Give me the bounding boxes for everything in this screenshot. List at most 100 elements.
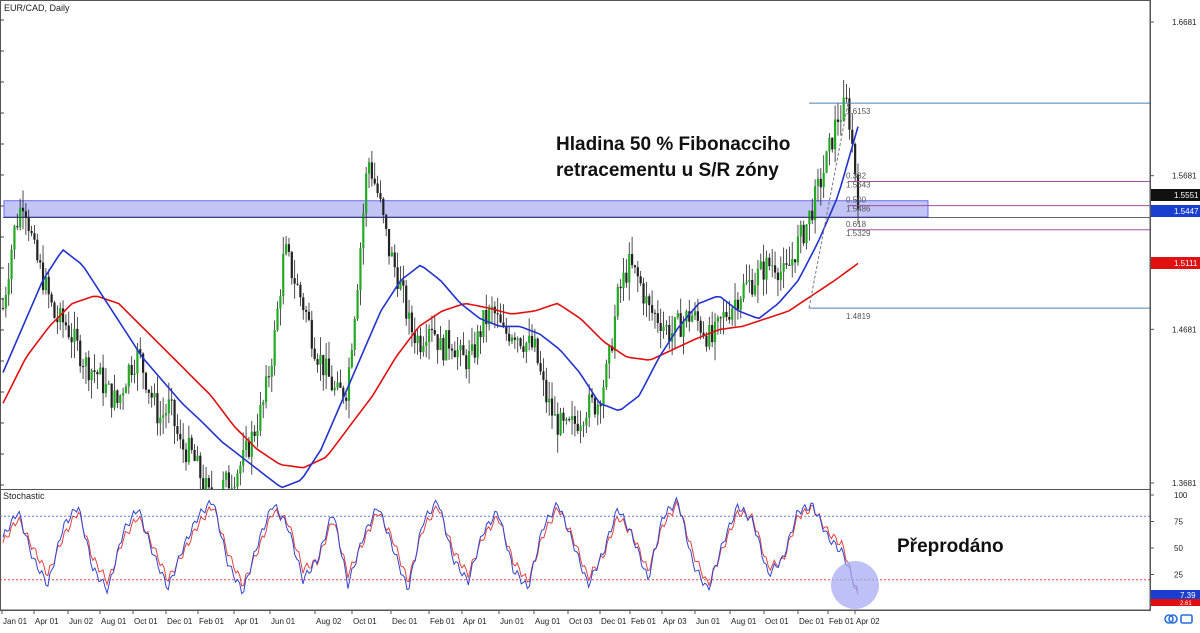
candle-down [1, 307, 5, 309]
candle-up [153, 393, 156, 398]
candle-down [170, 399, 173, 401]
candle-down [87, 357, 90, 381]
candle-up [359, 248, 362, 291]
stoch-badge-d [1151, 599, 1200, 606]
stoch-axis-label: 75 [1174, 518, 1183, 527]
candle-up [570, 416, 574, 420]
candle-down [699, 320, 702, 333]
candle-up [73, 328, 76, 343]
price-axis-label: 1.3681 [1172, 479, 1197, 488]
candle-down [101, 367, 105, 394]
candle-up [476, 331, 479, 358]
stochastic-title: Stochastic [3, 491, 45, 501]
candle-up [756, 268, 760, 286]
candle-down [462, 345, 465, 356]
candle-down [322, 354, 325, 376]
candle-down [345, 397, 348, 401]
candle-down [199, 455, 202, 479]
candle-down [316, 359, 319, 365]
candle-down [696, 311, 699, 321]
candle-down [293, 278, 296, 284]
candle-up [745, 281, 748, 284]
candle-up [596, 404, 599, 415]
candle-up [325, 358, 328, 376]
candle-down [393, 252, 396, 268]
time-axis-label: Oct 01 [134, 617, 158, 626]
time-axis-label: Dec 01 [167, 617, 193, 626]
candle-down [379, 193, 382, 199]
candle-down [496, 313, 499, 315]
candle-down [373, 178, 376, 184]
time-axis-label: Apr 01 [35, 617, 59, 626]
candle-up [196, 455, 199, 461]
time-axis-label: Apr 02 [856, 617, 880, 626]
candle-down [376, 183, 379, 194]
candle-up [124, 386, 128, 394]
candle-up [390, 252, 393, 257]
candle-up [799, 224, 802, 237]
candle-down [385, 215, 388, 229]
candle-down [41, 262, 45, 291]
candle-up [839, 120, 842, 122]
candle-up [7, 279, 10, 295]
candle-down [64, 322, 68, 326]
candle-up [553, 414, 556, 416]
candle-up [445, 330, 448, 361]
candle-up [470, 344, 474, 351]
candle-up [4, 294, 7, 309]
candle-down [479, 331, 482, 338]
candle-up [742, 283, 745, 299]
candle-up [276, 308, 279, 331]
oversold-annotation: Přeprodáno [897, 536, 1004, 557]
candle-up [791, 259, 794, 266]
candle-up [256, 430, 259, 437]
candle-down [179, 433, 182, 440]
candle-down [96, 372, 99, 375]
candle-down [305, 310, 308, 312]
price-pane: 1.6153 0.3821.5643 0.5001.5486 0.6181.5329 1… [0, 0, 1151, 520]
candle-up [834, 119, 837, 150]
candle-up [162, 415, 165, 418]
candle-down [639, 276, 642, 284]
candle-up [605, 363, 608, 388]
candle-down [576, 423, 579, 431]
candle-up [136, 349, 139, 374]
sr-zone [3, 200, 929, 218]
candle-down [130, 364, 133, 376]
candle-down [47, 276, 50, 295]
candle-up [525, 342, 528, 352]
time-axis-label: Aug 01 [731, 617, 757, 626]
candle-down [299, 284, 302, 298]
candle-up [722, 312, 725, 318]
candle-down [21, 207, 25, 212]
candle-down [253, 431, 256, 437]
time-axis-label: Jun 02 [69, 617, 94, 626]
candle-down [854, 143, 857, 175]
candle-down [16, 226, 19, 228]
candle-up [164, 413, 168, 416]
candle-down [144, 372, 148, 390]
candle-up [842, 97, 845, 121]
candle-up [616, 286, 619, 317]
time-axis-label: Jun 01 [271, 617, 296, 626]
candle-up [608, 346, 611, 364]
candle-up [187, 437, 190, 463]
time-axis-label: Dec 01 [799, 617, 825, 626]
candle-up [367, 162, 371, 174]
candle-down [227, 472, 231, 489]
candle-down [651, 305, 654, 313]
candle-up [662, 326, 665, 332]
candle-up [416, 335, 419, 344]
candle-down [519, 338, 522, 347]
candle-up [716, 317, 719, 322]
candle-down [61, 308, 65, 323]
candle-down [633, 265, 637, 268]
candle-down [202, 478, 205, 490]
time-axis-label: Apr 01 [463, 617, 487, 626]
candle-down [648, 296, 651, 306]
screen-icon [1180, 614, 1193, 624]
candle-up [765, 257, 768, 280]
candle-down [453, 350, 456, 358]
time-axis-label: Feb 01 [631, 617, 656, 626]
fib-price-label: 1.5486 [846, 205, 871, 214]
